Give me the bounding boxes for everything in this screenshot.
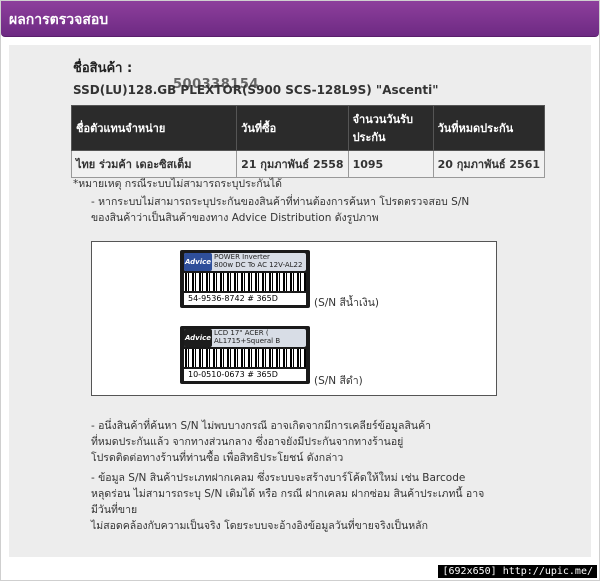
note-line: โปรดติดต่อทางร้านที่ท่านซื้อ เพื่อสิทธิป…	[91, 452, 344, 464]
label-description: LCD 17" ACER ( AL1715+Squeral B	[214, 329, 281, 345]
note-line: มีวันที่ขาย	[91, 504, 138, 516]
sample-label-blue: Advice POWER Inverter 800w DC To AC 12V-…	[180, 250, 310, 308]
label-description: POWER Inverter 800w DC To AC 12V-AL22	[214, 253, 303, 269]
sample-caption-blue: (S/N สีน้ำเงิน)	[314, 297, 379, 309]
brand-logo: Advice	[184, 329, 212, 347]
note-line: หลุดร่อน ไม่สามารถระบุ S/N เดิมได้ หรือ …	[91, 488, 485, 500]
header-bar: ผลการตรวจสอบ	[1, 1, 599, 37]
warranty-table: ชื่อตัวแทนจำหน่าย วันที่ซื้อ จำนวนวันรับ…	[70, 105, 546, 178]
note-line: ที่หมดประกันแล้ว จากทางส่วนกลาง ซึ่งอาจย…	[91, 436, 404, 448]
column-header-warranty-days: จำนวนวันรับประกัน	[347, 105, 434, 151]
note-line: - อนึ่งสินค้าที่ค้นหา S/N ไม่พบบางกรณี อ…	[91, 420, 431, 432]
watermark: [692x650] http://upic.me/	[438, 565, 597, 578]
note-line: ของสินค้าว่าเป็นสินค้าของทาง Advice Dist…	[91, 212, 379, 224]
table-cell-expiry-date: 20 กุมภาพันธ์ 2561	[432, 150, 546, 178]
table-cell-dealer: ไทย ร่วมค้า เดอะซิสเต็ม	[70, 150, 238, 178]
brand-logo: Advice	[184, 253, 212, 271]
result-panel: ชื่อสินค้า : 500338154 SSD(LU)128.GB PLE…	[9, 45, 591, 557]
table-cell-purchase-date: 21 กุมภาพันธ์ 2558	[236, 150, 349, 178]
product-info: 500338154 SSD(LU)128.GB PLEXTOR(S900 SCS…	[73, 77, 513, 99]
barcode	[184, 273, 306, 291]
note-line: - หากระบบไม่สามารถระบุประกันของสินค้าที่…	[91, 196, 470, 208]
label-serial: 54-9536-8742 # 365D	[184, 293, 306, 305]
product-model: SSD(LU)128.GB PLEXTOR(S900 SCS-128L9S) "…	[73, 83, 439, 97]
note-line: ไม่สอดคล้องกับความเป็นจริง โดยระบบจะอ้าง…	[91, 520, 428, 532]
sample-caption-dark: (S/N สีดำ)	[314, 375, 363, 387]
table-cell-warranty-days: 1095	[347, 150, 434, 178]
sample-labels-box: Advice POWER Inverter 800w DC To AC 12V-…	[91, 241, 497, 396]
label-serial: 10-0510-0673 # 365D	[184, 369, 306, 381]
barcode	[184, 349, 306, 367]
product-label: ชื่อสินค้า :	[73, 61, 133, 76]
table-row: ไทย ร่วมค้า เดอะซิสเต็ม 21 กุมภาพันธ์ 25…	[70, 150, 546, 178]
column-header-purchase-date: วันที่ซื้อ	[236, 105, 349, 151]
column-header-dealer: ชื่อตัวแทนจำหน่าย	[70, 105, 238, 151]
column-header-expiry-date: วันที่หมดประกัน	[432, 105, 546, 151]
page-title: ผลการตรวจสอบ	[9, 12, 109, 28]
note-line: - ข้อมูล S/N สินค้าประเภทฝากเคลม ซึ่งระบ…	[91, 472, 466, 484]
note-title: *หมายเหตุ กรณีระบบไม่สามารถระบุประกันได้	[73, 178, 283, 190]
table-header-row: ชื่อตัวแทนจำหน่าย วันที่ซื้อ จำนวนวันรับ…	[70, 105, 546, 151]
sample-label-dark: Advice LCD 17" ACER ( AL1715+Squeral B 1…	[180, 326, 310, 384]
